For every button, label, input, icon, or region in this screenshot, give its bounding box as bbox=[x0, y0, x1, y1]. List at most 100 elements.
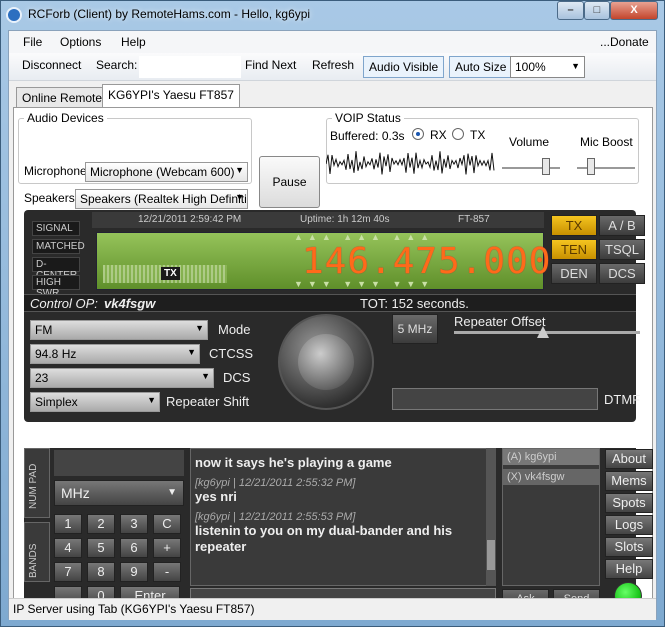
audio-visible-button[interactable]: Audio Visible bbox=[363, 56, 445, 78]
title-bar[interactable]: RCForb (Client) by RemoteHams.com - Hell… bbox=[0, 0, 665, 30]
repeater-offset-label: Repeater Offset bbox=[454, 314, 546, 329]
ten-button[interactable]: TEN bbox=[551, 239, 597, 260]
scroll-thumb[interactable] bbox=[487, 540, 495, 570]
key-9[interactable]: 9 bbox=[120, 562, 148, 582]
chevron-down-icon: ▼ bbox=[235, 165, 244, 175]
chevron-down-icon: ▼ bbox=[201, 371, 210, 381]
radio-panel: SIGNAL MATCHED D-CENTER HIGH SWR 12/21/2… bbox=[24, 210, 645, 422]
unit-select[interactable]: MHz ▼ bbox=[54, 480, 184, 506]
slider-thumb[interactable] bbox=[587, 158, 595, 175]
rx-radio[interactable] bbox=[412, 128, 424, 140]
maximize-button[interactable]: □ bbox=[584, 1, 610, 20]
tot-text: TOT: 152 seconds. bbox=[360, 296, 469, 311]
den-button[interactable]: DEN bbox=[551, 263, 597, 284]
ctcss-select[interactable]: 94.8 Hz ▼ bbox=[30, 344, 200, 364]
key-minus[interactable]: - bbox=[153, 562, 181, 582]
status-bar: IP Server using Tab (KG6YPI's Yaesu FT85… bbox=[9, 598, 656, 620]
chevron-down-icon: ▼ bbox=[235, 192, 244, 202]
dcs-value: 23 bbox=[35, 371, 49, 385]
dtmf-input[interactable] bbox=[392, 388, 598, 410]
chat-message: now it says he's playing a game bbox=[195, 455, 392, 470]
menu-donate[interactable]: ...Donate bbox=[600, 35, 649, 49]
speakers-select[interactable]: Speakers (Realtek High Definiti ▼ bbox=[75, 189, 248, 209]
key-4[interactable]: 4 bbox=[54, 538, 82, 558]
audio-devices-title: Audio Devices bbox=[24, 111, 107, 125]
step-button[interactable]: 5 MHz bbox=[392, 314, 438, 344]
close-button[interactable]: X bbox=[610, 1, 658, 20]
radio-uptime: Uptime: 1h 12m 40s bbox=[300, 214, 390, 225]
key-8[interactable]: 8 bbox=[87, 562, 115, 582]
dtmf-label: DTMF bbox=[604, 392, 641, 407]
radio-dot-icon bbox=[416, 132, 420, 136]
bands-tab-label: BANDS bbox=[28, 543, 39, 578]
freq-up-arrows[interactable]: ▲▲▲ ▲▲▲ ▲▲▲ bbox=[294, 232, 434, 242]
zoom-select[interactable]: 100% ▼ bbox=[510, 56, 585, 78]
key-7[interactable]: 7 bbox=[54, 562, 82, 582]
menu-help[interactable]: Help bbox=[121, 35, 146, 49]
chat-log[interactable]: now it says he's playing a game [kg6ypi |… bbox=[190, 448, 496, 586]
disconnect-button[interactable]: Disconnect bbox=[22, 58, 81, 72]
auto-size-button[interactable]: Auto Size bbox=[449, 56, 513, 78]
refresh-button[interactable]: Refresh bbox=[312, 58, 354, 72]
key-plus[interactable]: + bbox=[153, 538, 181, 558]
logs-button[interactable]: Logs bbox=[605, 515, 653, 535]
mic-boost-slider[interactable] bbox=[577, 158, 635, 178]
radio-datetime: 12/21/2011 2:59:42 PM bbox=[138, 214, 242, 225]
key-3[interactable]: 3 bbox=[120, 514, 148, 534]
dcs-label: DCS bbox=[223, 370, 251, 385]
spots-button[interactable]: Spots bbox=[605, 493, 653, 513]
find-next-button[interactable]: Find Next bbox=[245, 58, 296, 72]
menu-bar: File Options Help ...Donate bbox=[9, 31, 656, 53]
keypad-display bbox=[54, 450, 184, 476]
chat-meta: [kg6ypi | 12/21/2011 2:55:53 PM] bbox=[195, 511, 356, 523]
key-2[interactable]: 2 bbox=[87, 514, 115, 534]
key-5[interactable]: 5 bbox=[87, 538, 115, 558]
user-item-kg6ypi[interactable]: (A) kg6ypi bbox=[503, 449, 599, 465]
speakers-value: Speakers (Realtek High Definiti bbox=[80, 192, 247, 206]
menu-options[interactable]: Options bbox=[60, 35, 101, 49]
control-op-label: Control OP: bbox=[30, 296, 98, 311]
tx-button[interactable]: TX bbox=[551, 215, 597, 236]
mems-button[interactable]: Mems bbox=[605, 471, 653, 491]
repeater-shift-select[interactable]: Simplex ▼ bbox=[30, 392, 160, 412]
tab-online-remotes[interactable]: Online Remotes bbox=[16, 87, 115, 107]
frequency-display[interactable]: 146.475.000 bbox=[302, 241, 551, 282]
ctcss-value: 94.8 Hz bbox=[35, 347, 77, 361]
repeater-shift-label: Repeater Shift bbox=[166, 394, 250, 409]
bottom-panel: NUM PAD BANDS MHz ▼ 1 2 3 C 4 5 6 +7 8 9-. 0 Enter n… bbox=[24, 448, 653, 614]
microphone-select[interactable]: Microphone (Webcam 600) ▼ bbox=[85, 162, 248, 182]
volume-slider[interactable] bbox=[502, 158, 560, 178]
tuning-knob[interactable] bbox=[278, 314, 374, 410]
tx-badge: TX bbox=[161, 267, 180, 280]
buffered-text: Buffered: 0.3s bbox=[330, 129, 405, 143]
menu-file[interactable]: File bbox=[23, 35, 42, 49]
bands-tab[interactable]: BANDS bbox=[24, 522, 50, 582]
dcs-select[interactable]: 23 ▼ bbox=[30, 368, 214, 388]
tx-radio[interactable] bbox=[452, 128, 464, 140]
key-6[interactable]: 6 bbox=[120, 538, 148, 558]
microphone-label: Microphone bbox=[24, 164, 87, 178]
key-1[interactable]: 1 bbox=[54, 514, 82, 534]
speakers-label: Speakers bbox=[24, 191, 75, 205]
tab-yaesu-ft857[interactable]: KG6YPI's Yaesu FT857 bbox=[102, 84, 240, 108]
minimize-button[interactable]: – bbox=[557, 1, 584, 20]
pause-button[interactable]: Pause bbox=[259, 156, 320, 208]
dcs-button[interactable]: DCS bbox=[599, 263, 645, 284]
tsql-button[interactable]: TSQL bbox=[599, 239, 645, 260]
numpad-tab[interactable]: NUM PAD bbox=[24, 448, 50, 518]
slots-button[interactable]: Slots bbox=[605, 537, 653, 557]
chat-scrollbar[interactable] bbox=[486, 448, 496, 586]
freq-down-arrows[interactable]: ▼▼▼ ▼▼▼ ▼▼▼ bbox=[294, 279, 434, 289]
chevron-down-icon: ▼ bbox=[195, 323, 204, 333]
slider-thumb[interactable] bbox=[542, 158, 550, 175]
user-item-vk4fsgw[interactable]: (X) vk4fsgw bbox=[503, 469, 599, 485]
search-input[interactable] bbox=[139, 56, 241, 78]
about-button[interactable]: About bbox=[605, 449, 653, 469]
radio-model: FT-857 bbox=[458, 214, 490, 225]
help-button[interactable]: Help bbox=[605, 559, 653, 579]
ab-button[interactable]: A / B bbox=[599, 215, 645, 236]
matched-indicator: MATCHED bbox=[32, 239, 85, 254]
slider-thumb[interactable] bbox=[537, 326, 549, 338]
key-c[interactable]: C bbox=[153, 514, 181, 534]
mode-select[interactable]: FM ▼ bbox=[30, 320, 208, 340]
